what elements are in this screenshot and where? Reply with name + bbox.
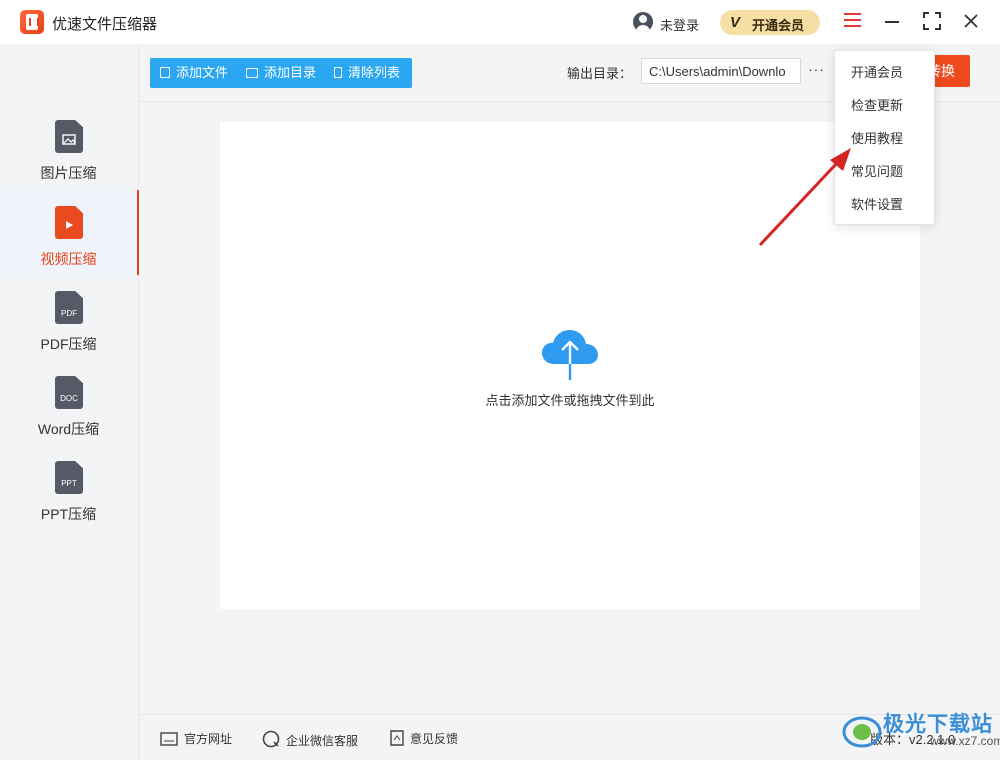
drop-hint-text: 点击添加文件或拖拽文件到此 — [485, 393, 655, 408]
sidebar-item-label: 图片压缩 — [40, 165, 97, 181]
login-status[interactable]: 未登录 — [660, 15, 699, 34]
folder-icon — [246, 68, 258, 78]
file-drop-area[interactable]: 点击添加文件或拖拽文件到此 — [220, 122, 920, 609]
output-dir-label: 输出目录： — [567, 66, 633, 81]
vip-button[interactable]: V 开通会员 — [720, 10, 820, 35]
feedback-link[interactable]: 意见反馈 — [390, 730, 458, 749]
feedback-icon — [390, 730, 404, 749]
sidebar-item-video[interactable]: 视频压缩 — [0, 190, 139, 275]
maximize-icon[interactable] — [923, 12, 941, 30]
hamburger-menu-icon[interactable] — [844, 13, 861, 29]
ppt-file-icon: PPT — [55, 461, 83, 494]
app-logo-icon — [20, 10, 44, 34]
menu-item-tutorial[interactable]: 使用教程 — [835, 122, 934, 155]
doc-file-icon: DOC — [55, 376, 83, 409]
watermark: 极光下载站 www.xz7.com — [838, 706, 1000, 754]
image-file-icon — [55, 120, 83, 153]
browse-more-button[interactable]: ··· — [808, 61, 825, 77]
sidebar-item-label: PDF压缩 — [40, 336, 97, 352]
user-avatar-icon[interactable] — [633, 12, 653, 32]
menu-item-vip[interactable]: 开通会员 — [835, 56, 934, 89]
add-folder-button[interactable]: 添加目录 — [246, 58, 316, 88]
trash-icon — [334, 67, 342, 78]
pdf-file-icon: PDF — [55, 291, 83, 324]
close-icon[interactable] — [962, 12, 980, 30]
sidebar-item-label: PPT压缩 — [40, 506, 97, 522]
website-icon — [160, 732, 178, 749]
sidebar-item-word[interactable]: DOC Word压缩 — [0, 374, 139, 459]
sidebar-item-ppt[interactable]: PPT PPT压缩 — [0, 459, 139, 544]
sidebar-item-image[interactable]: 图片压缩 — [0, 114, 139, 199]
video-file-icon — [55, 206, 83, 239]
wechat-support-link[interactable]: 企业微信客服 — [262, 730, 358, 751]
sidebar-item-pdf[interactable]: PDF PDF压缩 — [0, 289, 139, 374]
watermark-logo-icon — [842, 716, 882, 748]
sidebar-item-label: 视频压缩 — [40, 251, 97, 267]
add-file-button[interactable]: 添加文件 — [160, 58, 228, 88]
vip-icon: V — [730, 14, 741, 31]
main-menu-dropdown: 开通会员 检查更新 使用教程 常见问题 软件设置 — [834, 50, 935, 225]
watermark-url: www.xz7.com — [930, 734, 1000, 748]
official-website-link[interactable]: 官方网址 — [160, 730, 232, 749]
clear-list-button[interactable]: 清除列表 — [334, 58, 400, 88]
title-bar: 优速文件压缩器 未登录 V 开通会员 — [0, 0, 1000, 44]
menu-item-settings[interactable]: 软件设置 — [835, 188, 934, 221]
file-actions-group: 添加文件 添加目录 清除列表 — [150, 58, 412, 88]
sidebar-item-label: Word压缩 — [37, 421, 100, 437]
minimize-icon[interactable] — [884, 12, 900, 30]
file-icon — [160, 67, 170, 78]
menu-item-faq[interactable]: 常见问题 — [835, 155, 934, 188]
output-dir-input[interactable] — [641, 58, 801, 84]
app-title: 优速文件压缩器 — [52, 16, 158, 33]
vip-button-label: 开通会员 — [752, 18, 805, 33]
sidebar: 图片压缩 视频压缩 PDF PDF压缩 DOC Word压缩 PPT PPT压缩 — [0, 44, 139, 760]
menu-item-check-update[interactable]: 检查更新 — [835, 89, 934, 122]
wechat-icon — [262, 730, 280, 751]
cloud-upload-icon — [540, 326, 600, 382]
